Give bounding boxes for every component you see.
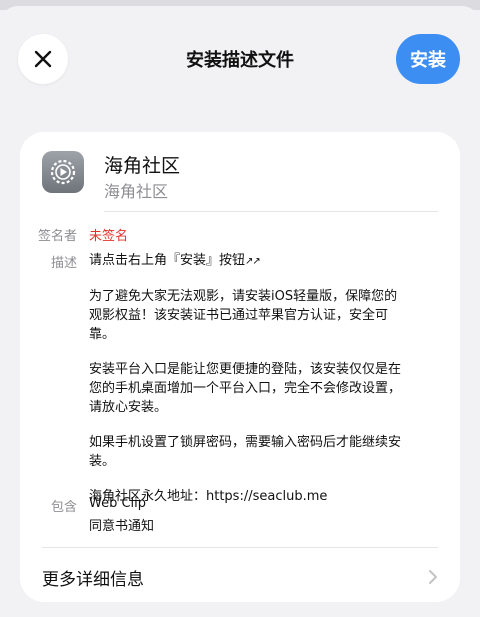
description-paragraph: 如果手机设置了锁屏密码，需要输入密码后才能继续安装。 (89, 435, 402, 469)
profile-name: 海角社区 (104, 155, 181, 177)
divider (42, 547, 438, 548)
description-instruction: 请点击右上角『安装』按钮 (89, 253, 246, 268)
settings-gear-icon (42, 151, 84, 193)
contains-label: 包含 (51, 500, 78, 515)
more-details-label: 更多详细信息 (42, 570, 144, 590)
description-text: 请点击右上角『安装』按钮↗↗ 为了避免大家无法观影，请安装iOS轻量版，保障您的… (89, 251, 409, 506)
divider (104, 211, 438, 212)
sheet-header: 安装描述文件 安装 (0, 24, 480, 94)
signer-label: 签名者 (38, 229, 78, 244)
more-details-row[interactable]: 更多详细信息 (20, 560, 460, 596)
install-button[interactable]: 安装 (396, 34, 460, 84)
external-arrows-icon: ↗↗ (245, 256, 261, 267)
contains-item: 同意书通知 (89, 519, 155, 534)
description-label: 描述 (51, 256, 78, 271)
description-paragraph: 安装平台入口是能让您更便捷的登陆，该安装仅仅是在您的手机桌面增加一个平台入口，完… (89, 362, 402, 415)
install-profile-sheet: 安装描述文件 安装 海角社区 海角社区 签名者 未签名 描述 请点击右上角『安装… (0, 6, 480, 617)
contains-item: Web Clip (89, 496, 147, 511)
profile-card: 海角社区 海角社区 签名者 未签名 描述 请点击右上角『安装』按钮↗↗ 为了避免… (20, 132, 460, 602)
signer-value: 未签名 (89, 229, 129, 244)
profile-subtitle: 海角社区 (104, 182, 169, 201)
description-paragraph: 为了避免大家无法观影，请安装iOS轻量版，保障您的观影权益！该安装证书已通过苹果… (89, 289, 398, 342)
description-line: 请点击右上角『安装』按钮↗↗ (89, 251, 409, 271)
chevron-right-icon (429, 570, 437, 584)
